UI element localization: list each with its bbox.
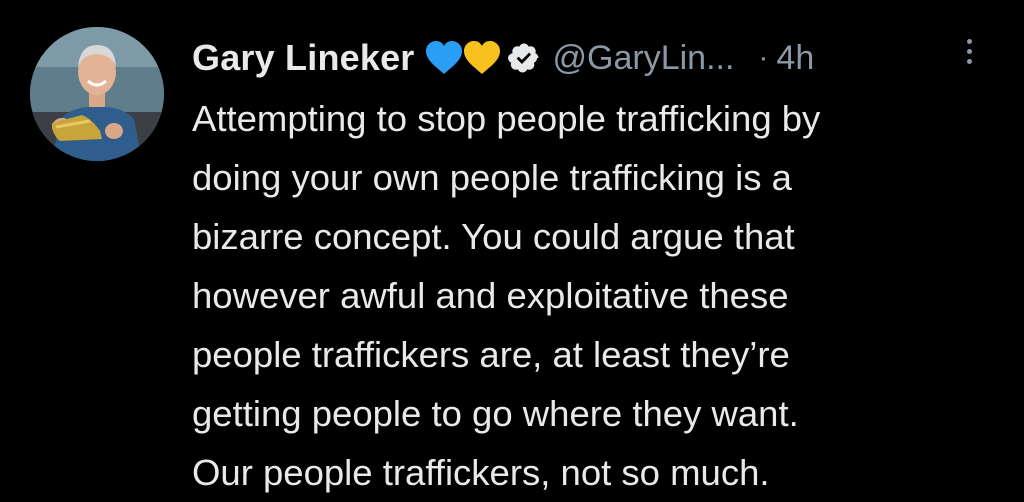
tweet-text-line: getting people to go where they want. <box>192 393 799 434</box>
name-emoji <box>425 41 501 75</box>
tweet[interactable]: Gary Lineker @GaryLin... · 4h Attempting… <box>0 0 1024 493</box>
verified-badge-icon[interactable] <box>507 41 541 75</box>
author-name[interactable]: Gary Lineker <box>192 37 415 79</box>
tweet-text-line: Attempting to stop people trafficking by <box>192 98 821 139</box>
tweet-text: Attempting to stop people trafficking by… <box>192 89 1012 502</box>
separator-dot: · <box>758 41 769 74</box>
tweet-text-line: however awful and exploitative these <box>192 275 789 316</box>
author-handle[interactable]: @GaryLin... <box>553 39 735 78</box>
avatar-photo <box>30 27 164 161</box>
tweet-text-line: Our people traffickers, not so much. <box>192 452 770 493</box>
more-options-icon[interactable] <box>960 37 980 77</box>
blue-heart-icon <box>425 41 462 74</box>
yellow-heart-icon <box>463 41 500 74</box>
tweet-text-line: people traffickers are, at least they’re <box>192 334 790 375</box>
tweet-text-line: bizarre concept. You could argue that <box>192 216 795 257</box>
avatar[interactable] <box>30 27 164 161</box>
tweet-text-line: doing your own people trafficking is a <box>192 157 792 198</box>
timestamp[interactable]: 4h <box>776 39 814 78</box>
tweet-header: Gary Lineker @GaryLin... · 4h <box>192 30 814 86</box>
